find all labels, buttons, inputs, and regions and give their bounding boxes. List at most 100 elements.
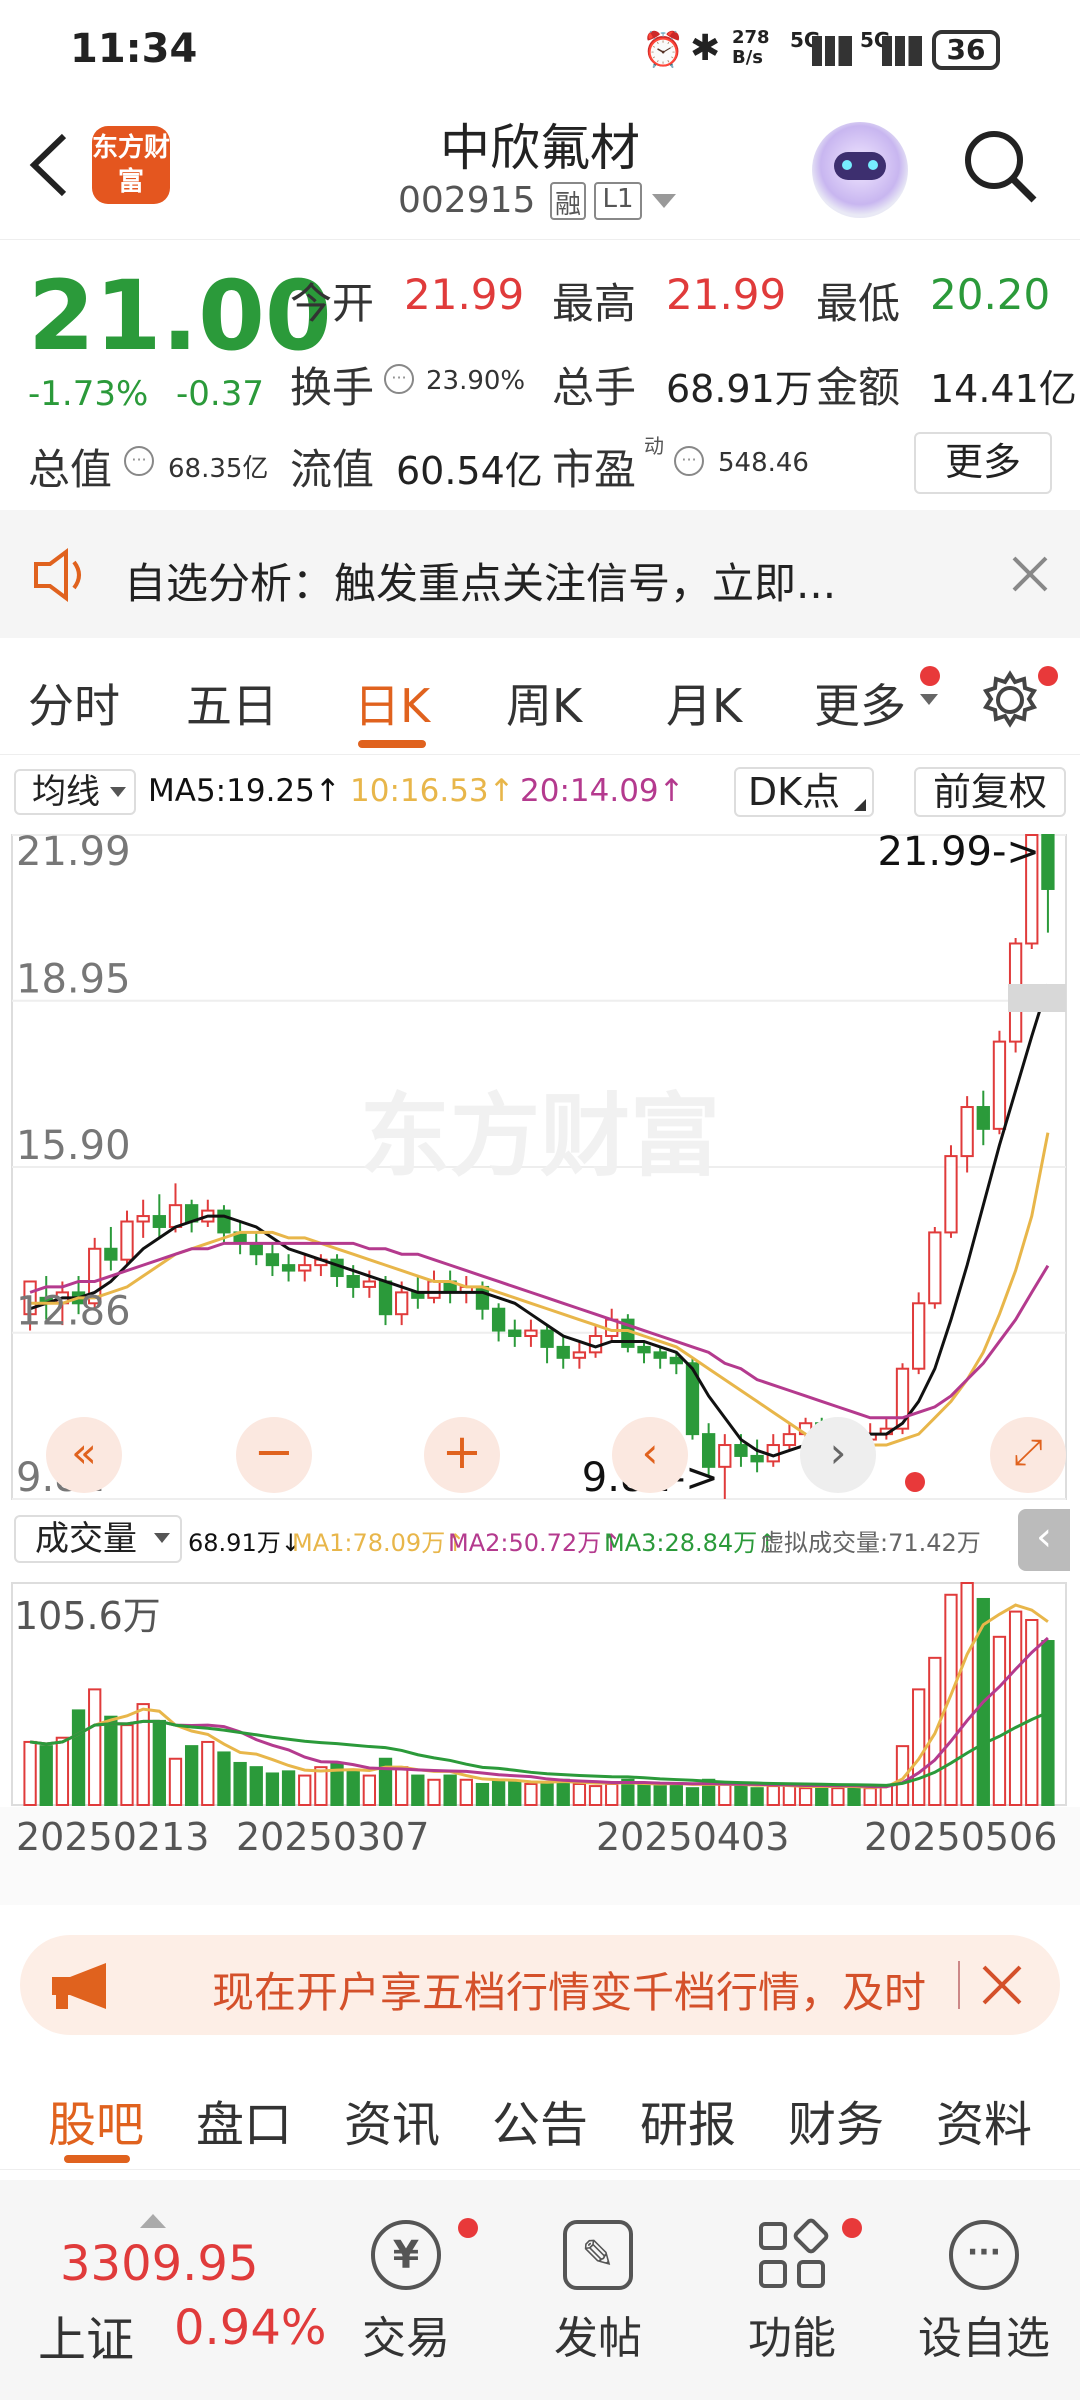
volume-bar (314, 1766, 328, 1806)
fullscreen-icon[interactable]: ⤢ (990, 1417, 1066, 1493)
tab-five-day[interactable]: 五日 (186, 670, 278, 736)
collapse-panel-icon[interactable]: ‹ (1018, 1509, 1070, 1571)
net-speed: 278 B/s (732, 27, 770, 68)
current-price: 21.00 (28, 260, 332, 372)
candle (120, 1220, 134, 1261)
tab-profile[interactable]: 资料 (936, 2085, 1032, 2155)
volume-bar (475, 1782, 490, 1807)
battery-icon: 36 (932, 30, 1000, 70)
active-tab-indicator (64, 2155, 130, 2163)
float-cap-label: 流值 (290, 445, 375, 494)
corner-triangle-icon (854, 799, 866, 811)
volume-bar (605, 1782, 619, 1807)
scroll-right-icon[interactable]: › (800, 1417, 876, 1493)
level-tag: L1 (594, 182, 642, 220)
close-icon[interactable] (1012, 556, 1048, 592)
volume-bar (55, 1736, 70, 1807)
ma5-line (29, 983, 1050, 1458)
volume-bar (88, 1688, 102, 1806)
add-watchlist-button[interactable]: ··· 设自选 (884, 2220, 1080, 2366)
status-bar: 11:34 ⏰ ✱ 278 B/s 5G 5G 36 (0, 0, 1080, 100)
function-button[interactable]: 功能 (692, 2216, 892, 2366)
megaphone-icon (52, 1963, 106, 2009)
dk-point-button[interactable]: DK点 (734, 767, 874, 817)
settings-gear-icon[interactable] (980, 670, 1040, 730)
adjust-button[interactable]: 前复权 (914, 767, 1066, 817)
volume-bar (508, 1780, 522, 1806)
zoom-in-icon[interactable]: + (424, 1417, 500, 1493)
volume-bar (298, 1774, 312, 1806)
tab-finance[interactable]: 财务 (788, 2085, 884, 2155)
volume-bar (815, 1785, 829, 1806)
tab-daily-k[interactable]: 日K (354, 670, 430, 736)
trade-button[interactable]: ¥ 交易 (306, 2220, 506, 2366)
search-icon[interactable] (960, 126, 1040, 206)
tab-research[interactable]: 研报 (640, 2085, 736, 2155)
scroll-left-icon[interactable]: ‹ (612, 1417, 688, 1493)
dropdown-icon[interactable] (652, 194, 676, 210)
promo-banner[interactable]: 现在开户享五档行情变千档行情，及时 (20, 1935, 1060, 2035)
more-dots-icon[interactable]: ··· (124, 446, 154, 476)
volume-bar (588, 1785, 603, 1806)
volume-bar (427, 1778, 441, 1806)
volume-bar (136, 1703, 150, 1806)
candle (960, 1106, 974, 1158)
more-dots-icon[interactable]: ··· (384, 364, 414, 394)
ma20-line (29, 1241, 1050, 1420)
volume-bar (39, 1745, 53, 1807)
volume-bar (912, 1688, 926, 1806)
function-label: 功能 (748, 2313, 836, 2364)
volume-bar (863, 1787, 877, 1807)
scroll-left-fast-icon[interactable]: « (46, 1417, 122, 1493)
volume-bar (556, 1778, 570, 1806)
tab-more[interactable]: 更多 (814, 670, 906, 736)
analysis-banner[interactable]: 自选分析：触发重点关注信号，立即... (0, 510, 1080, 638)
robot-assistant-icon[interactable] (812, 122, 908, 218)
volume-value: 68.91万↓ (188, 1529, 301, 1557)
zoom-out-icon[interactable]: − (236, 1417, 312, 1493)
candle (346, 1275, 360, 1288)
turnover-value: 23.90% (426, 366, 526, 396)
volume-bar (395, 1766, 409, 1806)
candle (782, 1433, 797, 1447)
volume-chart[interactable] (0, 1577, 1080, 1807)
volume-bar (443, 1774, 457, 1806)
stock-code: 002915 (398, 180, 536, 221)
tab-announcements[interactable]: 公告 (492, 2085, 588, 2155)
kline-chart[interactable]: 东方财富 21.9918.9515.9012.869.8121.99->9.81… (0, 827, 1080, 1507)
tab-news[interactable]: 资讯 (344, 2085, 440, 2155)
candle (104, 1247, 118, 1261)
back-icon[interactable] (24, 130, 74, 200)
promo-text: 现在开户享五档行情变千档行情，及时 (212, 1968, 927, 2017)
index-value[interactable]: 3309.95 (60, 2236, 259, 2292)
more-button[interactable]: 更多 (914, 432, 1052, 494)
ma20-value: 20:14.09↑ (520, 773, 685, 809)
candle (572, 1351, 587, 1359)
candle (249, 1242, 263, 1256)
volume-bar (459, 1778, 473, 1806)
yen-icon: ¥ (371, 2220, 441, 2290)
candle (395, 1291, 409, 1316)
volume-bar (1008, 1610, 1023, 1806)
content-tabs: 股吧 盘口 资讯 公告 研报 财务 资料 (0, 2055, 1080, 2170)
candle (1041, 834, 1055, 890)
tab-weekly-k[interactable]: 周K (506, 670, 582, 736)
pe-sup: 动 (644, 434, 664, 458)
y-tick-label: 21.99 (16, 829, 131, 875)
up-arrow-icon (140, 2214, 166, 2228)
tab-monthly-k[interactable]: 月K (666, 670, 742, 736)
tab-forum[interactable]: 股吧 (48, 2085, 144, 2155)
volume-bar (281, 1770, 296, 1806)
candle (524, 1329, 538, 1337)
tab-order-book[interactable]: 盘口 (196, 2085, 292, 2155)
stock-header: 东方财富 中欣氟材 002915 融 L1 (0, 100, 1080, 240)
volume-bar (540, 1780, 554, 1806)
margin-tag: 融 (550, 182, 586, 220)
volume-bar (217, 1751, 231, 1806)
more-dots-icon[interactable]: ··· (674, 446, 704, 476)
index-change: 0.94% (174, 2300, 327, 2356)
close-icon[interactable] (982, 1965, 1022, 2005)
tab-intraday[interactable]: 分时 (28, 670, 120, 736)
post-button[interactable]: ✎ 发帖 (498, 2220, 698, 2366)
high-label: 最高 (552, 279, 637, 328)
